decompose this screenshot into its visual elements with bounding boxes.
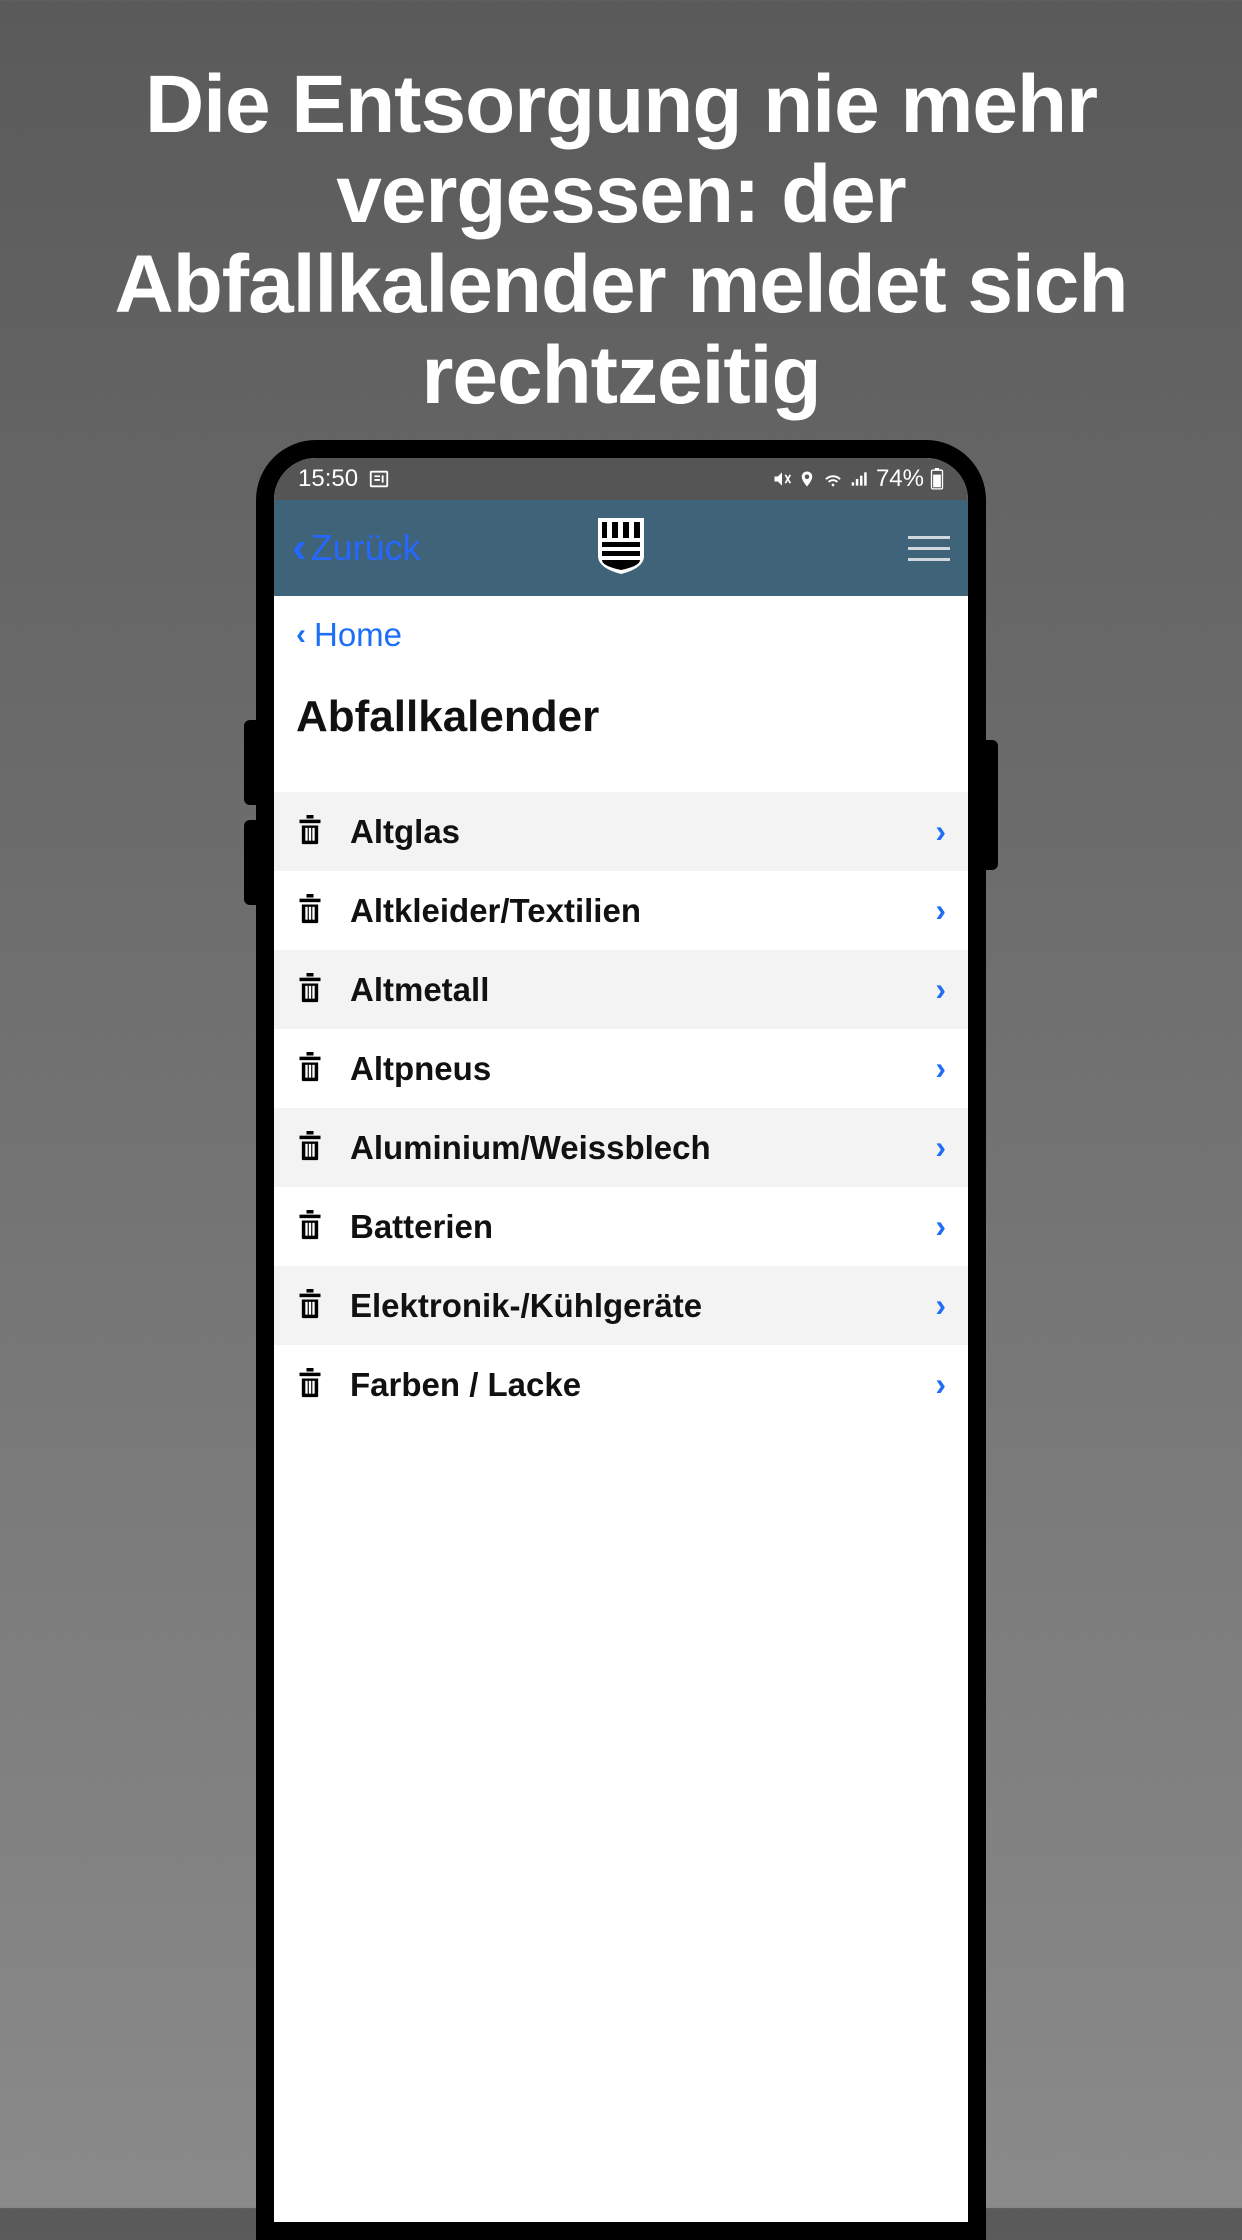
chevron-right-icon: › (935, 1050, 946, 1087)
list-item-label: Batterien (350, 1208, 909, 1246)
phone-frame: 15:50 74% (256, 440, 986, 2240)
app-logo (598, 518, 644, 579)
phone-button-volume-up (244, 720, 256, 805)
list-item-label: Altmetall (350, 971, 909, 1009)
trash-icon (296, 1128, 324, 1167)
chevron-left-icon: ‹ (296, 618, 306, 652)
trash-icon (296, 812, 324, 851)
chevron-right-icon: › (935, 813, 946, 850)
list-item[interactable]: Altkleider/Textilien › (274, 871, 968, 950)
mute-icon (772, 469, 792, 489)
trash-icon (296, 891, 324, 930)
battery-icon (930, 468, 944, 490)
list-item[interactable]: Altmetall › (274, 950, 968, 1029)
phone-button-volume-down (244, 820, 256, 905)
trash-icon (296, 970, 324, 1009)
news-icon (368, 468, 390, 490)
status-left: 15:50 (298, 465, 390, 493)
list-item-label: Altpneus (350, 1050, 909, 1088)
list-item-label: Aluminium/Weissblech (350, 1129, 909, 1167)
page-title: Abfallkalender (274, 674, 968, 792)
list-item-label: Elektronik-/Kühlgeräte (350, 1287, 909, 1325)
list-item[interactable]: Batterien › (274, 1187, 968, 1266)
trash-icon (296, 1049, 324, 1088)
trash-icon (296, 1365, 324, 1404)
promo-headline: Die Entsorgung nie mehr vergessen: der A… (0, 0, 1242, 421)
list-item[interactable]: Altglas › (274, 792, 968, 871)
menu-button[interactable] (908, 536, 950, 561)
breadcrumb-home[interactable]: ‹ Home (274, 596, 968, 674)
list-item[interactable]: Altpneus › (274, 1029, 968, 1108)
back-button[interactable]: ‹ Zurück (292, 523, 421, 573)
list-item-label: Farben / Lacke (350, 1366, 909, 1404)
trash-icon (296, 1286, 324, 1325)
phone-button-power (986, 740, 998, 870)
breadcrumb-home-label: Home (314, 616, 402, 654)
hamburger-icon (908, 536, 950, 539)
phone-screen: 15:50 74% (274, 458, 968, 2222)
chevron-left-icon: ‹ (292, 523, 307, 573)
list-item-label: Altkleider/Textilien (350, 892, 909, 930)
chevron-right-icon: › (935, 1366, 946, 1403)
list-item[interactable]: Farben / Lacke › (274, 1345, 968, 1424)
chevron-right-icon: › (935, 1208, 946, 1245)
wifi-icon (822, 468, 844, 490)
list-item-label: Altglas (350, 813, 909, 851)
list-item[interactable]: Elektronik-/Kühlgeräte › (274, 1266, 968, 1345)
trash-icon (296, 1207, 324, 1246)
status-time: 15:50 (298, 465, 358, 493)
chevron-right-icon: › (935, 1129, 946, 1166)
chevron-right-icon: › (935, 971, 946, 1008)
waste-category-list: Altglas›Altkleider/Textilien›Altmetall›A… (274, 792, 968, 1424)
chevron-right-icon: › (935, 1287, 946, 1324)
nav-bar: ‹ Zurück (274, 500, 968, 596)
back-label: Zurück (311, 527, 421, 569)
status-right: 74% (772, 465, 944, 493)
list-item[interactable]: Aluminium/Weissblech › (274, 1108, 968, 1187)
status-battery-percent: 74% (876, 465, 924, 493)
location-icon (798, 470, 816, 488)
signal-icon (850, 469, 870, 489)
chevron-right-icon: › (935, 892, 946, 929)
status-bar: 15:50 74% (274, 458, 968, 500)
